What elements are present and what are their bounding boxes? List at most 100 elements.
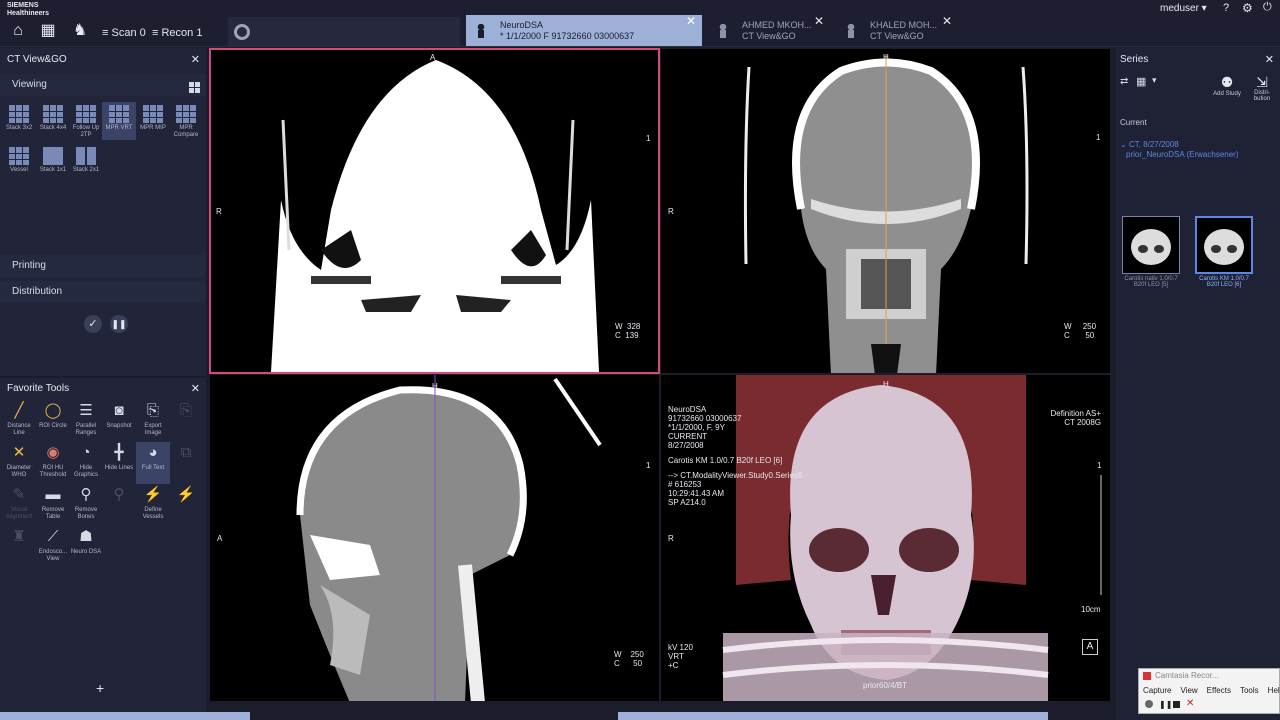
pause-icon[interactable]: ❚❚ — [110, 315, 128, 333]
panel-title: CT View&GO — [7, 54, 67, 65]
stop-icon[interactable] — [1173, 701, 1180, 708]
endoscopy-icon: ⟋ — [47, 528, 59, 545]
home-icon[interactable]: ⌂ — [8, 22, 28, 40]
record-icon[interactable] — [1145, 700, 1153, 708]
series-thumbnail-selected[interactable]: Carotis KM 1.0/0.7 B20f LEO [6] — [1194, 216, 1254, 294]
menu-capture[interactable]: Capture — [1143, 686, 1171, 695]
endoscopy-view-tool[interactable]: ⟋ Endosco... View — [36, 526, 70, 568]
layout-mpr-vrt[interactable]: MPR VRT — [102, 102, 136, 140]
study-header[interactable]: ⌄ CT, 8/27/2008 prior_NeuroDSA (Erwachse… — [1120, 140, 1239, 160]
export-icon: ⎘ — [146, 402, 159, 419]
define-vessels-tool[interactable]: ⚡ Define Vessels — [136, 484, 170, 526]
hide-graphics-tool[interactable]: ◔ Hide Graphics — [69, 442, 103, 484]
layout-stack-4x4[interactable]: Stack 4x4 — [36, 102, 70, 140]
delete-icon[interactable]: ✕ — [1186, 698, 1194, 709]
window-level: W 250 C 50 — [614, 650, 644, 668]
patient-info-overlay: NeuroDSA 91732660 03000637 *1/1/2000, F,… — [668, 405, 803, 507]
chevron-down-icon[interactable]: ▾ — [1152, 75, 1157, 86]
parallel-ranges-tool[interactable]: ☰ Parallel Ranges — [69, 400, 103, 442]
orientation-marker: R — [216, 207, 222, 216]
placeholder-icon: ⚡ — [176, 486, 196, 503]
scan-button[interactable]: ≡ Scan 0 — [102, 27, 146, 39]
help-icon[interactable]: ? — [1223, 2, 1229, 14]
roi-circle-tool[interactable]: ◯ ROI Circle — [36, 400, 70, 442]
close-icon[interactable]: ✕ — [1265, 53, 1274, 66]
patient-browser-icon[interactable]: ▦ — [38, 22, 58, 40]
layout-stack-3x2[interactable]: Stack 3x2 — [2, 102, 36, 140]
annotation-icon[interactable]: A — [1082, 639, 1098, 655]
confirm-icon[interactable]: ✓ — [84, 315, 102, 333]
tab-khaled[interactable]: KHALED MOH... CT View&GO ✕ — [836, 15, 958, 46]
neuro-dsa-icon: ☗ — [79, 528, 93, 545]
series-thumbnail[interactable]: Carotis nativ 1.0/0.7 B20f LEO [5] — [1121, 216, 1181, 294]
close-tab-icon[interactable]: ✕ — [686, 15, 696, 27]
add-study-icon: ⚉ — [1220, 74, 1234, 90]
viewing-section[interactable]: Viewing — [0, 74, 206, 96]
roi-hu-threshold-tool[interactable]: ◉ ROI HU Threshold — [36, 442, 70, 484]
render-info: kV 120 VRT +C — [668, 643, 693, 670]
remove-table-tool[interactable]: ▬ Remove Table — [36, 484, 70, 526]
threshold-icon: ◉ — [46, 444, 60, 461]
close-tab-icon[interactable]: ✕ — [942, 15, 952, 27]
alignment-icon: ✎ — [12, 486, 26, 503]
favorite-tools-panel: Favorite Tools ✕ ╱ Distance Line ◯ ROI Cir… — [0, 378, 206, 720]
export-image-tool[interactable]: ⎘ Export Image — [136, 400, 170, 442]
power-icon[interactable]: ⏻ — [1263, 1, 1272, 14]
orientation-marker: H — [883, 380, 889, 389]
layout-follow-up[interactable]: Follow Up 2TP — [69, 102, 103, 140]
neuro-dsa-tool[interactable]: ☗ Neuro DSA — [69, 526, 103, 568]
full-text-tool[interactable]: ◕ Full Text — [136, 442, 170, 484]
orientation-marker: A — [217, 534, 223, 543]
camtasia-icon — [1143, 672, 1151, 680]
gear-icon[interactable]: ⚙ — [1242, 1, 1253, 15]
distance-line-tool[interactable]: ╱ Distance Line — [2, 400, 36, 442]
hide-lines-tool[interactable]: ╋ Hide Lines — [102, 442, 136, 484]
sort-icon[interactable]: ⇄ — [1120, 76, 1128, 87]
disabled-tool: ⚲ — [102, 484, 136, 526]
snapshot-tool[interactable]: ◙ Snapshot — [102, 400, 136, 442]
slice-number: 1 — [646, 461, 651, 470]
close-tab-icon[interactable]: ✕ — [814, 15, 824, 27]
layout-stack-2x1[interactable]: Stack 2x1 — [69, 144, 103, 182]
layout-mpr-mip[interactable]: MPR MIP — [136, 102, 170, 140]
camtasia-window[interactable]: Camtasia Recor... Capture View Effects T… — [1138, 668, 1280, 714]
remove-bones-tool[interactable]: ⚲ Remove Bones — [69, 484, 103, 526]
menu-help[interactable]: Hel — [1268, 686, 1280, 695]
menu-effects[interactable]: Effects — [1207, 686, 1231, 695]
layout-mpr-compare[interactable]: MPR Compare — [169, 102, 203, 140]
recon-button[interactable]: ≡ Recon 1 — [152, 27, 202, 39]
pause-icon[interactable]: ❚❚ — [1159, 700, 1172, 709]
grid-view-icon[interactable]: ▦ — [1136, 75, 1146, 88]
menu-tools[interactable]: Tools — [1240, 686, 1259, 695]
menu-view[interactable]: View — [1180, 686, 1197, 695]
remove-table-icon: ▬ — [45, 486, 61, 503]
user-menu[interactable]: meduser ▾ — [1160, 3, 1207, 14]
viewport-sagittal[interactable]: H A 1 W 250 C 50 — [209, 374, 660, 702]
slice-number: 1 — [646, 134, 651, 143]
close-icon[interactable]: ✕ — [191, 53, 200, 66]
tab-neurodsa[interactable]: NeuroDSA * 1/1/2000 F 91732660 03000637 … — [466, 15, 702, 46]
distribution-button[interactable]: ⇲ Distri-bution — [1250, 74, 1274, 102]
current-label: Current — [1120, 118, 1147, 127]
diameter-who-tool[interactable]: ✕ Diameter WHO — [2, 442, 36, 484]
distribution-section[interactable]: Distribution — [0, 281, 206, 303]
tab-ahmed[interactable]: AHMED MKOH... CT View&GO ✕ — [708, 15, 830, 46]
view-go-panel: CT View&GO ✕ Viewing Stack 3x2 Stack 4x4… — [0, 48, 206, 376]
placeholder-icon: ♜ — [12, 528, 26, 545]
printing-section[interactable]: Printing — [0, 255, 206, 277]
visual-alignment-tool[interactable]: ✎ Visual Alignment — [2, 484, 36, 526]
diameter-icon: ✕ — [12, 444, 26, 461]
viewport-coronal[interactable]: H R 1 W 250 C 50 — [660, 48, 1111, 374]
layout-stack-1x1[interactable]: Stack 1x1 — [36, 144, 70, 182]
viewport-axial[interactable]: A R 1 W 328 C 139 — [209, 48, 660, 374]
scale-label: 10cm — [1081, 605, 1101, 614]
disabled-tool: ⎘ — [169, 400, 203, 442]
close-icon[interactable]: ✕ — [191, 382, 200, 395]
layout-vessel[interactable]: Vessel — [2, 144, 36, 182]
disabled-tool: ⧉ — [169, 442, 203, 484]
layout-grid-icon[interactable] — [189, 82, 200, 93]
add-tool-button[interactable]: + — [96, 680, 104, 696]
worklist-icon[interactable]: ♞ — [70, 22, 90, 40]
viewport-vrt[interactable]: H R NeuroDSA 91732660 03000637 *1/1/2000… — [660, 374, 1111, 702]
add-study-button[interactable]: ⚉ Add Study — [1210, 74, 1244, 97]
